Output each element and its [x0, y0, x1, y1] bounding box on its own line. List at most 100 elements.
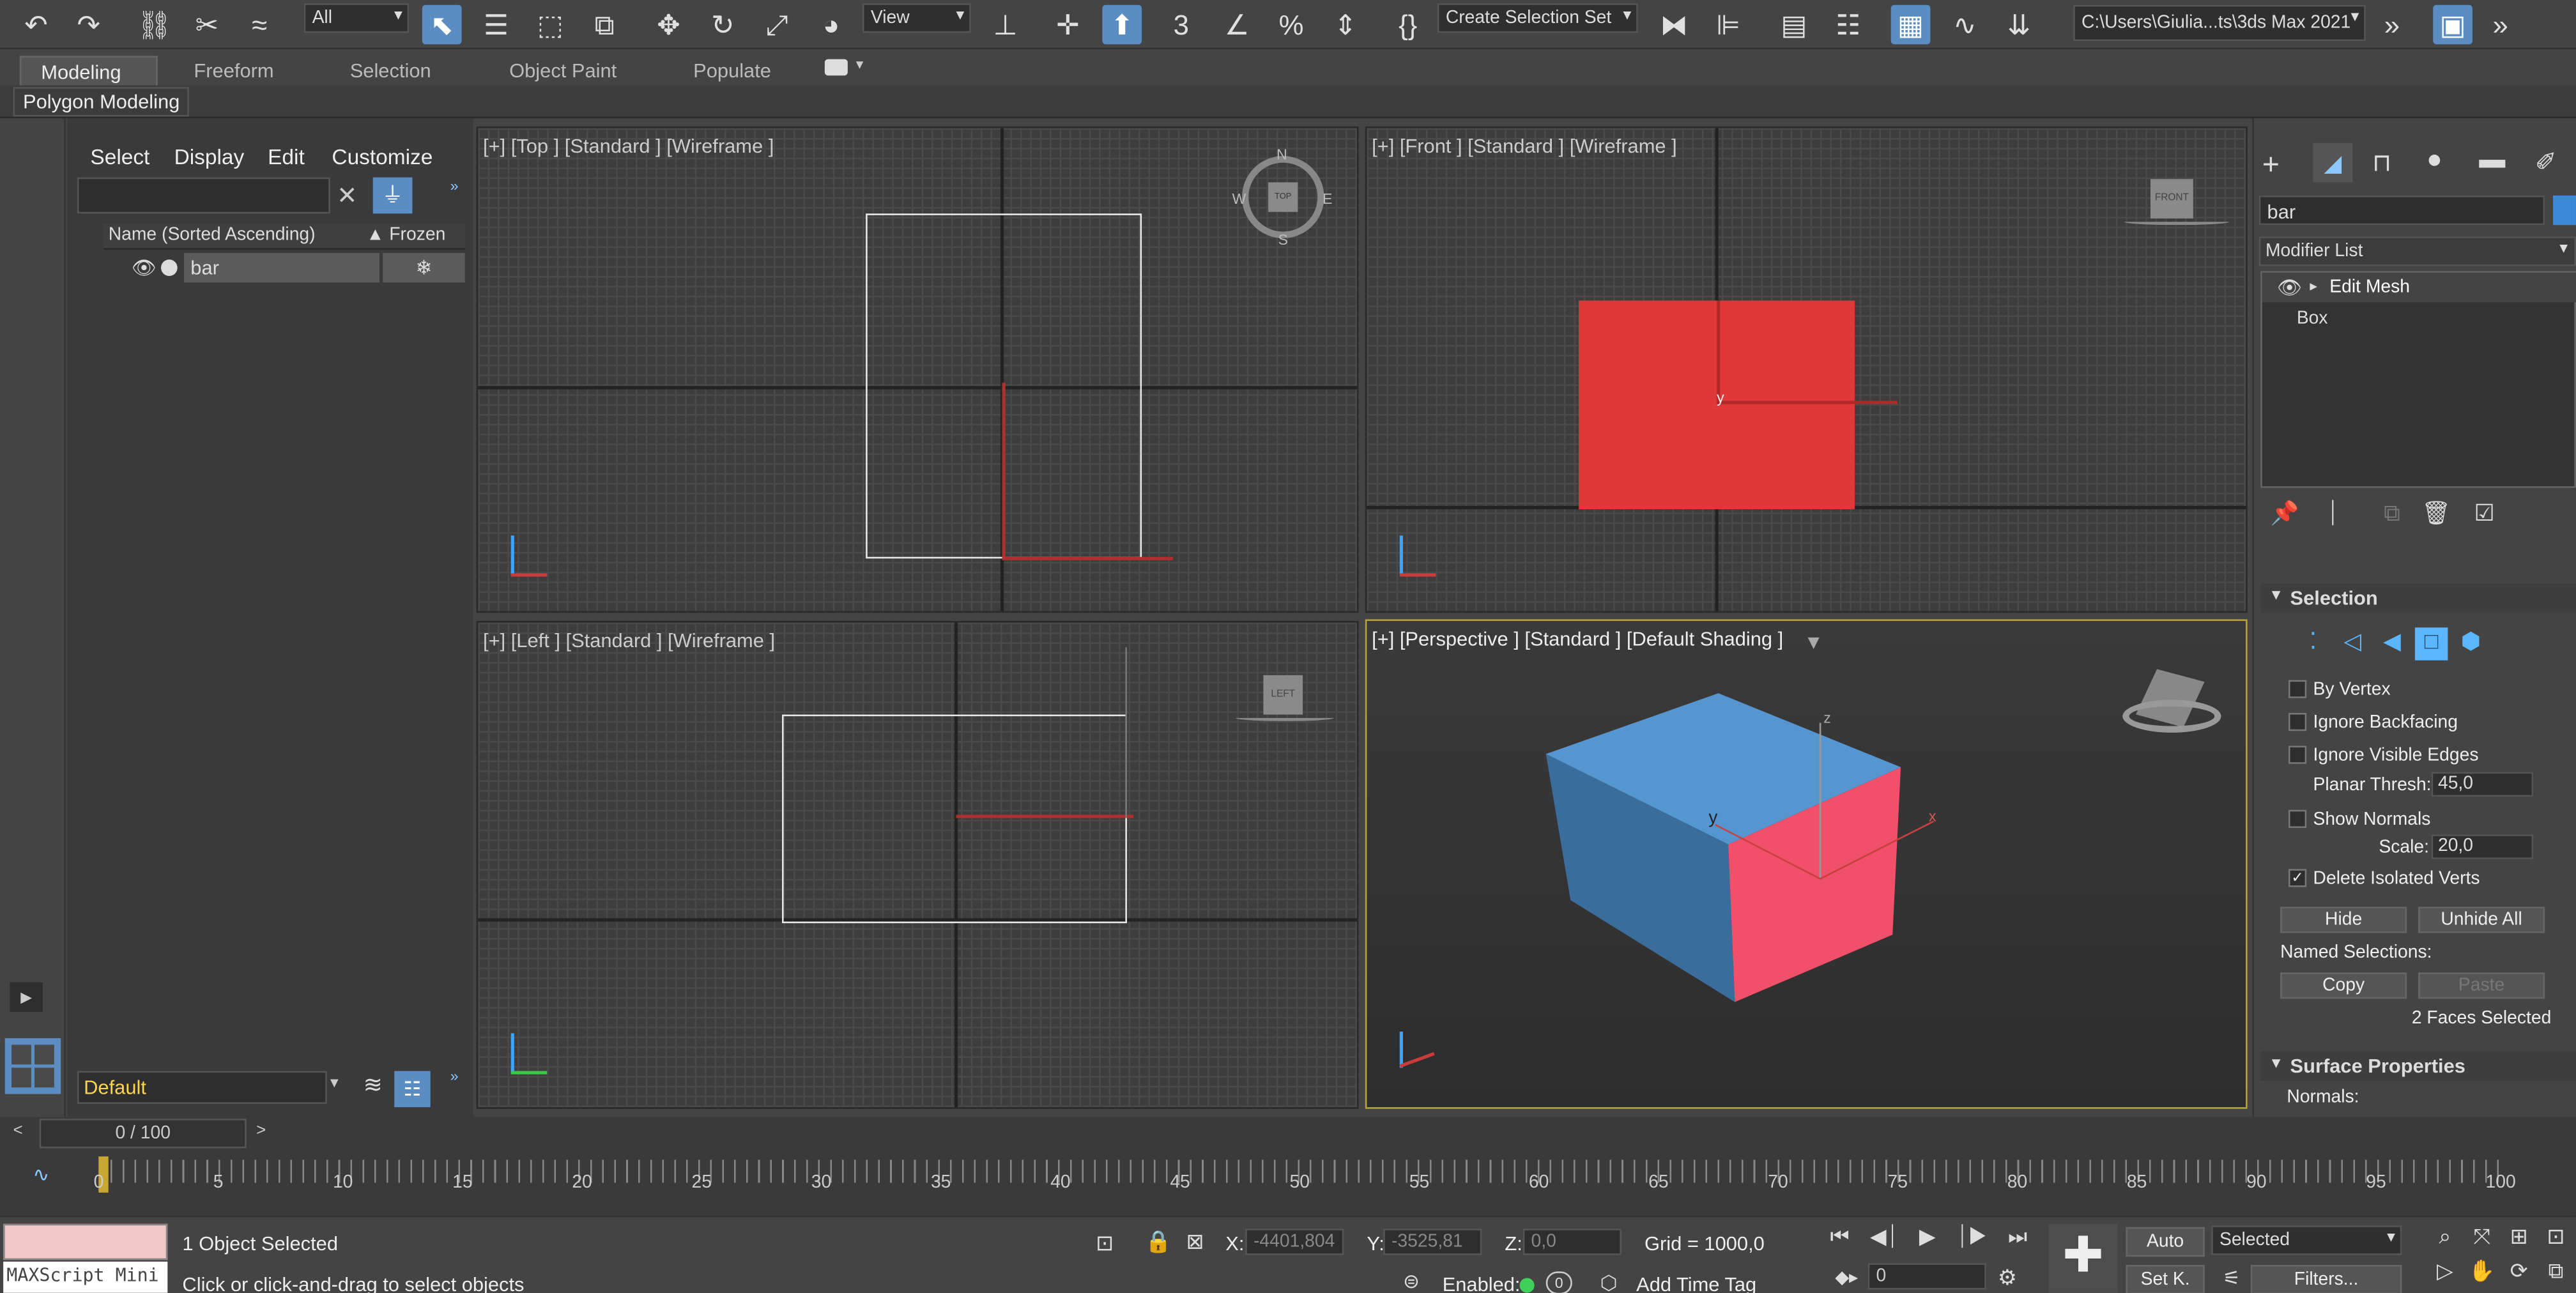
set-key-icon[interactable]: ✚ [2048, 1223, 2118, 1293]
viewcube-perspective[interactable] [2122, 667, 2221, 742]
render-setup-icon[interactable]: ▣ [2433, 4, 2472, 45]
named-selection-dropdown[interactable]: Create Selection Set [1437, 3, 1638, 33]
play-animation-icon[interactable]: ▶ [1919, 1224, 1936, 1257]
viewport-left[interactable]: [+] [Left ] [Standard ] [Wireframe ] LEF… [476, 620, 1359, 1109]
polygon-modeling-label[interactable]: Polygon Modeling [13, 87, 190, 117]
selection-filter-dropdown[interactable]: All [303, 3, 410, 33]
face-level-icon[interactable]: ◀ [2375, 627, 2408, 667]
undo-icon[interactable]: ↶ [17, 5, 56, 45]
explorer-row[interactable]: 👁 bar ❄ [103, 252, 465, 283]
tab-modeling[interactable]: Modeling [19, 56, 158, 86]
visibility-eye-icon[interactable]: 👁 [132, 256, 157, 279]
window-crossing-icon[interactable]: ⧉ [585, 5, 624, 45]
layer-explorer-icon[interactable]: ☷ [1828, 5, 1868, 45]
layer-dropdown-chevron-icon[interactable]: ▾ [330, 1075, 339, 1092]
stack-edit-mesh-label[interactable]: Edit Mesh [2329, 278, 2410, 298]
isolate-selection-icon[interactable]: ⊡ [1096, 1230, 1114, 1257]
show-end-result-icon[interactable]: ⏐ [2326, 500, 2339, 528]
maxscript-mini-listener[interactable]: MAXScript Mini [3, 1261, 168, 1293]
polygon-level-icon[interactable]: □ [2414, 627, 2448, 661]
stack-item-edit-mesh[interactable]: 👁 ▸ Edit Mesh [2262, 272, 2576, 303]
viewcube-front[interactable]: FRONT [2150, 179, 2193, 218]
by-vertex-checkbox[interactable] [2288, 680, 2307, 698]
viewport-perspective-label[interactable]: [+] [Perspective ] [Standard ] [Default … [1372, 627, 1783, 650]
project-path-dropdown[interactable]: C:\Users\Giulia...ts\3ds Max 2021 [2073, 4, 2366, 42]
menu-select[interactable]: Select [90, 144, 150, 169]
key-tangent-icon[interactable]: ⚟ [2223, 1267, 2241, 1290]
modify-tab-icon[interactable]: ◢ [2313, 142, 2353, 183]
remove-modifier-icon[interactable]: 🗑 [2421, 500, 2451, 528]
ignore-visible-edges-checkbox[interactable] [2288, 746, 2307, 764]
time-tag-count-icon[interactable]: 0 [1545, 1271, 1572, 1293]
x-coordinate-field[interactable]: -4401,804 [1245, 1228, 1344, 1255]
zoom-icon[interactable]: ⌕ [2426, 1224, 2464, 1259]
tab-object-paint[interactable]: Object Paint [489, 56, 636, 85]
ribbon-options-chevron-icon[interactable]: ▾ [856, 56, 864, 73]
pan-icon[interactable]: ✋ [2464, 1259, 2501, 1293]
frozen-snowflake-icon[interactable]: ❄ [383, 252, 465, 283]
menu-display[interactable]: Display [174, 144, 245, 169]
time-next-icon[interactable]: > [256, 1122, 266, 1140]
motion-tab-icon[interactable]: ● [2426, 146, 2442, 176]
rotate-icon[interactable]: ↻ [703, 5, 743, 45]
angle-snap-icon[interactable]: ∠ [1217, 5, 1257, 45]
element-level-icon[interactable]: ⬢ [2455, 627, 2487, 667]
maximize-viewport-icon[interactable]: ⧉ [2538, 1259, 2575, 1293]
curve-editor-mini-icon[interactable]: ∿ [33, 1163, 49, 1186]
viewport-filter-icon[interactable]: ▼ [1804, 631, 1823, 654]
adaptive-degradation-icon[interactable]: ⊜ [1403, 1270, 1420, 1293]
key-filter-dropdown[interactable]: Selected [2211, 1225, 2402, 1255]
paste-button[interactable]: Paste [2418, 972, 2545, 999]
field-of-view-icon[interactable]: ▷ [2426, 1259, 2464, 1293]
zoom-extents-all-icon[interactable]: ⊡ [2538, 1224, 2575, 1259]
menu-customize[interactable]: Customize [332, 144, 433, 169]
edge-level-icon[interactable]: ◁ [2336, 627, 2369, 667]
ribbon-options-icon[interactable] [824, 59, 848, 76]
absolute-mode-icon[interactable]: ⊠ [1186, 1228, 1204, 1255]
zoom-all-icon[interactable]: ⤧ [2464, 1224, 2501, 1259]
stack-box-label[interactable]: Box [2297, 309, 2328, 328]
viewport-layout-icon[interactable] [4, 1038, 61, 1094]
planar-thresh-spinner[interactable]: 45,0 [2431, 772, 2534, 797]
redo-icon[interactable]: ↷ [69, 5, 109, 45]
explorer-filter-icon[interactable]: ⏚ [372, 177, 413, 214]
maxscript-listener-input[interactable] [3, 1223, 168, 1260]
vertex-level-icon[interactable]: ⁚ [2297, 627, 2329, 667]
ribbon-toggle-icon[interactable]: ▦ [1890, 4, 1931, 45]
explorer-search-input[interactable] [77, 177, 330, 214]
tab-selection[interactable]: Selection [330, 56, 451, 85]
select-manipulate-icon[interactable]: ✛ [1048, 5, 1088, 45]
place-icon[interactable]: ◕ [811, 5, 851, 45]
display-tab-icon[interactable]: ▬ [2479, 146, 2505, 176]
column-name-header[interactable]: Name (Sorted Ascending) [109, 225, 316, 245]
time-configuration-icon[interactable]: ⚙ [1998, 1265, 2017, 1291]
stack-expand-icon[interactable]: ▸ [2310, 278, 2317, 296]
snaps-toggle-icon[interactable]: 3 [1162, 5, 1201, 45]
edit-named-selection-icon[interactable]: {} [1388, 5, 1428, 45]
time-slider-thumb[interactable]: 0 / 100 [39, 1119, 247, 1149]
key-mode-icon[interactable]: ◆▸ [1835, 1267, 1858, 1288]
rectangular-selection-icon[interactable]: ⬚ [531, 5, 571, 45]
menu-edit[interactable]: Edit [268, 144, 305, 169]
selection-rollout-header[interactable]: ▼ Selection [2260, 583, 2576, 613]
viewport-perspective[interactable]: z x y [+] [Perspective ] [Standard ] [De… [1365, 619, 2248, 1109]
viewport-front-label[interactable]: [+] [Front ] [Standard ] [Wireframe ] [1372, 135, 1677, 158]
viewport-top[interactable]: [+] [Top ] [Standard ] [Wireframe ] TOP … [476, 126, 1359, 613]
next-frame-icon[interactable]: ⏐▶ [1956, 1224, 1988, 1257]
z-coordinate-field[interactable]: 0,0 [1522, 1228, 1621, 1255]
layer-explorer-toggle-icon[interactable]: ☷ [394, 1071, 431, 1108]
percent-snap-icon[interactable]: % [1271, 5, 1311, 45]
box-wireframe-left[interactable] [781, 714, 1127, 924]
column-frozen-header[interactable]: ▲ Frozen [366, 225, 445, 245]
unlink-icon[interactable]: ✂ [187, 5, 227, 45]
clear-search-icon[interactable]: ✕ [337, 181, 357, 210]
auto-key-button[interactable]: Auto [2126, 1227, 2205, 1257]
explorer-expand-icon[interactable]: » [450, 178, 459, 194]
selection-lock-icon[interactable]: 🔒 [1145, 1228, 1172, 1255]
ignore-backfacing-checkbox[interactable] [2288, 712, 2307, 731]
modifier-list-chevron-icon[interactable]: ▾ [2559, 240, 2568, 257]
scale-spinner[interactable]: 20,0 [2431, 834, 2534, 859]
make-unique-icon[interactable]: ⧉ [2384, 500, 2400, 528]
unhide-all-button[interactable]: Unhide All [2418, 907, 2545, 933]
time-tag-icon[interactable]: ⬡ [1600, 1271, 1618, 1293]
